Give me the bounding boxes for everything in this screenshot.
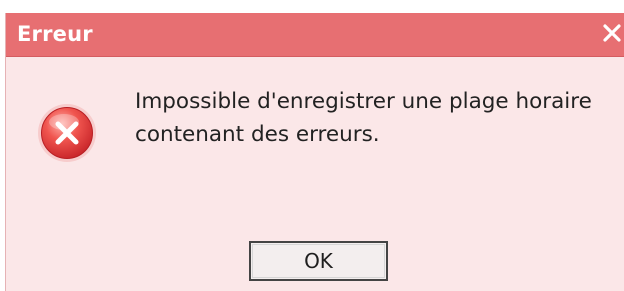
error-dialog: Erreur Impossible d'enregistrer une plag… xyxy=(5,13,624,291)
error-icon xyxy=(36,102,98,164)
error-message-line-2: contenant des erreurs. xyxy=(135,122,380,147)
dialog-title: Erreur xyxy=(17,22,93,46)
ok-button[interactable]: OK xyxy=(249,241,388,281)
error-message-line-1: Impossible d'enregistrer une plage horai… xyxy=(135,89,592,114)
close-button[interactable] xyxy=(599,17,624,49)
error-message: Impossible d'enregistrer une plage horai… xyxy=(135,85,624,151)
close-icon xyxy=(603,24,621,42)
dialog-titlebar: Erreur xyxy=(6,13,624,57)
